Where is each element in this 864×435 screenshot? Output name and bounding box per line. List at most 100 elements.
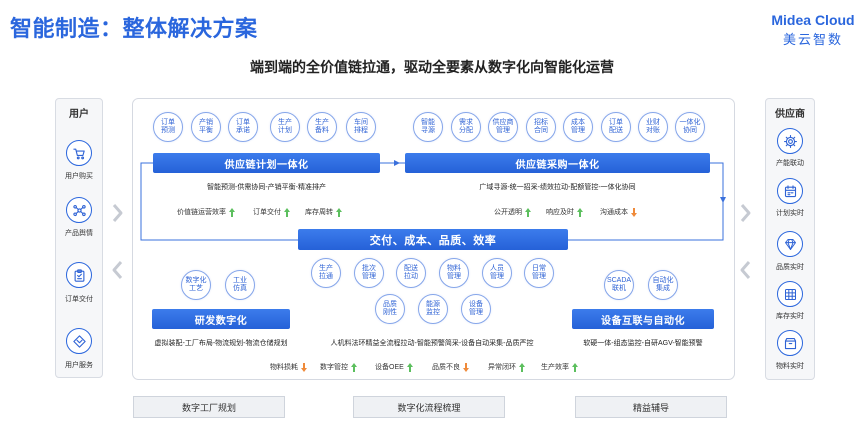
network-icon [66,197,92,223]
arrow-up-icon [519,362,525,372]
circle-line: 计划 [278,127,292,134]
kpi-label: 数字管控 [320,364,348,371]
circle-line: SCADA [606,277,632,284]
service-box-process-review: 数字化流程梳理 [353,396,505,418]
circle-line: 管理 [469,309,483,316]
circle-line: 工业 [233,277,247,284]
user-item-label: 用户服务 [65,362,93,369]
procure-bar: 供应链采购一体化 [405,153,710,173]
kpi-label: 物料损耗 [270,364,298,371]
kpi-label: 沟通成本 [600,209,628,216]
arrow-down-icon [301,362,307,372]
plan-circle: 生产 计划 [270,112,300,142]
circle-line: 数字化 [185,277,207,284]
service-icon [66,328,92,354]
procure-kpi: 公开透明 [494,207,531,217]
grid-icon [777,281,803,307]
kpi-label: 设备OEE [375,364,404,371]
production-circle: 能源 监控 [418,294,448,324]
circle-line: 需求 [459,119,473,126]
circle-line: 品质 [383,301,397,308]
production-circle: 人员 管理 [482,258,512,288]
arrow-down-icon [631,207,637,217]
plan-kpi: 订单交付 [253,207,290,217]
logo-english: Midea Cloud [771,12,855,28]
user-item-label: 用户购买 [65,173,93,180]
circle-line: 批次 [362,265,376,272]
circle-line: 工艺 [189,285,203,292]
device-circle: SCADA 联机 [604,270,634,300]
logo-chinese: 美云智数 [782,32,843,47]
circle-line: 拉动 [404,273,418,280]
bottom-kpi: 设备OEE [375,362,413,372]
circle-line: 管理 [362,273,376,280]
circle-line: 管理 [532,273,546,280]
circle-line: 备料 [315,127,329,134]
circle-line: 业财 [646,119,660,126]
circle-line: 管理 [571,127,585,134]
plan-circle: 订单 承诺 [228,112,258,142]
supplier-item-label: 品质实时 [776,264,804,271]
user-panel-title: 用户 [69,109,89,120]
circle-line: 订单 [609,119,623,126]
brand-logo: Midea Cloud 美云智数 [770,12,856,48]
circle-line: 一体化 [679,119,701,126]
arrow-up-icon [525,207,531,217]
arrow-up-icon [336,207,342,217]
bottom-kpi: 物料损耗 [270,362,307,372]
production-description: 人机料法环精益全流程拉动-智能预警简采-设备自动采集-品质严控 [330,340,534,347]
service-box-factory-planning: 数字工厂规划 [133,396,285,418]
rd-circle: 数字化 工艺 [181,270,211,300]
procure-circle: 成本 管理 [563,112,593,142]
circle-line: 承诺 [236,127,250,134]
procure-circle: 智能 寻源 [413,112,443,142]
circle-line: 订单 [161,119,175,126]
clipboard-icon [66,262,92,288]
procure-kpi: 响应及时 [546,207,583,217]
supplier-item-label: 库存实时 [776,313,804,320]
procure-circle: 一体化 协同 [675,112,705,142]
kpi-label: 品质不良 [432,364,460,371]
circle-line: 设备 [469,301,483,308]
bottom-kpi: 异常闭环 [488,362,525,372]
supplier-panel-title: 供应商 [775,109,805,120]
page-title: 智能制造：整体解决方案 [10,16,258,41]
procure-circle: 需求 分配 [451,112,481,142]
service-box-lean-coaching: 精益辅导 [575,396,727,418]
circle-line: 供应商 [492,119,514,126]
kpi-label: 订单交付 [253,209,281,216]
procure-circle: 订单 配送 [601,112,631,142]
circle-line: 管理 [490,273,504,280]
supplier-item-label: 产能联动 [776,160,804,167]
circle-line: 协同 [683,127,697,134]
production-circle: 物料 管理 [439,258,469,288]
center-goal-bar: 交付、成本、品质、效率 [298,229,568,250]
plan-circle: 生产 备料 [307,112,337,142]
circle-line: 成本 [571,119,585,126]
circle-line: 仿真 [233,285,247,292]
arrow-up-icon [572,362,578,372]
procure-circle: 业财 对账 [638,112,668,142]
circle-line: 集成 [656,285,670,292]
kpi-label: 库存周转 [305,209,333,216]
circle-line: 寻源 [421,127,435,134]
page-subtitle: 端到端的全价值链拉通，驱动全要素从数字化向智能化运营 [250,59,614,75]
circle-line: 生产 [278,119,292,126]
chevron-left-icon [112,261,123,279]
arrow-up-icon [229,207,235,217]
arrow-up-icon [284,207,290,217]
circle-line: 平衡 [199,127,213,134]
circle-line: 产销 [199,119,213,126]
chevron-right-icon [112,204,123,222]
arrow-down-icon [463,362,469,372]
rd-description: 虚拟装配-工厂布局-物流规划-物流仓储规划 [154,340,288,347]
kpi-label: 异常闭环 [488,364,516,371]
circle-line: 配送 [404,265,418,272]
circle-line: 智能 [421,119,435,126]
production-circle: 品质 刚性 [375,294,405,324]
supplier-item-label: 物料实时 [776,363,804,370]
production-circle: 配送 拉动 [396,258,426,288]
circle-line: 监控 [426,309,440,316]
procure-description: 广域寻源-统一招采-绩效拉动-配额管控-一体化协同 [479,184,636,191]
circle-line: 管理 [447,273,461,280]
